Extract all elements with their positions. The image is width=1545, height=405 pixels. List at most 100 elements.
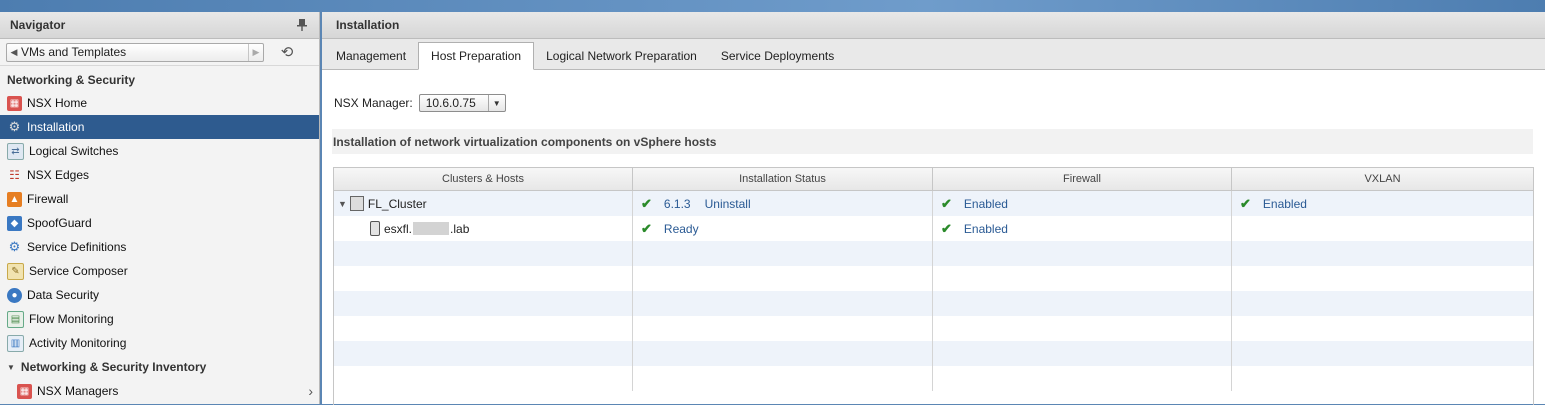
sidebar-item-label: Firewall: [27, 192, 69, 206]
sidebar-item-nsx-home[interactable]: ▦ NSX Home: [0, 91, 319, 115]
empty-cell: [633, 366, 933, 391]
service-definitions-icon: ⚙: [8, 239, 21, 254]
uninstall-link[interactable]: Uninstall: [705, 197, 751, 211]
redacted-block: [413, 222, 450, 235]
sidebar-item-label: Flow Monitoring: [29, 312, 114, 326]
empty-cell: [1232, 316, 1533, 341]
sidebar-item-label: Service Composer: [29, 264, 128, 278]
sidebar-item-data-security[interactable]: ● Data Security: [0, 283, 319, 307]
history-icon[interactable]: ⟲: [276, 43, 298, 61]
nsx-manager-value[interactable]: 10.6.0.75: [420, 96, 488, 110]
back-arrow-icon[interactable]: ◀: [7, 47, 21, 58]
vxlan-status[interactable]: Enabled: [1263, 197, 1307, 211]
check-icon: ✔: [641, 195, 652, 211]
inventory-title: Networking & Security Inventory: [20, 360, 207, 374]
vxlan-cell: [1232, 216, 1533, 241]
tab-service-deployments[interactable]: Service Deployments: [709, 43, 846, 69]
flow-monitoring-icon: ▤: [7, 310, 24, 328]
table-row[interactable]: esxfl. .lab ✔ Ready ✔ Enabled: [334, 216, 1533, 241]
breadcrumb[interactable]: ◀ VMs and Templates ▶: [6, 42, 264, 62]
logical-switch-icon: ⇄: [7, 142, 24, 160]
install-status[interactable]: Ready: [664, 222, 699, 236]
column-header-vxlan[interactable]: VXLAN: [1232, 168, 1533, 190]
firewall-cell: ✔ Enabled: [933, 191, 1232, 216]
empty-row: [334, 316, 1533, 341]
service-composer-icon: ✎: [7, 262, 24, 280]
expand-triangle-icon[interactable]: ▼: [7, 363, 15, 372]
empty-cell: [633, 266, 933, 291]
cluster-cell: ▼ FL_Cluster: [334, 191, 633, 216]
empty-cell: [1232, 241, 1533, 266]
description: Installation of network virtualization c…: [332, 129, 1533, 154]
chevron-down-icon[interactable]: ▼: [487, 95, 505, 111]
column-header-firewall[interactable]: Firewall: [933, 168, 1232, 190]
firewall-status[interactable]: Enabled: [964, 222, 1008, 236]
sidebar-item-logical-switches[interactable]: ⇄ Logical Switches: [0, 139, 319, 163]
sidebar-item-installation[interactable]: ⚙ Installation: [0, 115, 319, 139]
column-header-clusters-hosts[interactable]: Clusters & Hosts: [334, 168, 633, 190]
forward-arrow-icon[interactable]: ▶: [248, 43, 263, 61]
host-name-prefix[interactable]: esxfl.: [384, 222, 412, 236]
sidebar-item-spoofguard[interactable]: ◆ SpoofGuard: [0, 211, 319, 235]
sidebar-item-service-composer[interactable]: ✎ Service Composer: [0, 259, 319, 283]
nsx-manager-row: NSX Manager: 10.6.0.75 ▼: [334, 94, 506, 112]
empty-cell: [334, 241, 633, 266]
empty-row: [334, 241, 1533, 266]
nsx-edge-icon: ☷: [9, 168, 20, 182]
breadcrumb-label[interactable]: VMs and Templates: [21, 45, 248, 59]
sidebar-item-label: Service Definitions: [27, 240, 127, 254]
empty-cell: [633, 291, 933, 316]
table-row[interactable]: ▼ FL_Cluster ✔ 6.1.3 Uninstall ✔ Enabled…: [334, 191, 1533, 216]
sidebar-item-nsx-managers[interactable]: ▦ NSX Managers ›: [0, 379, 319, 403]
installation-status-cell: ✔ Ready: [633, 216, 933, 241]
empty-cell: [334, 266, 633, 291]
empty-cell: [1232, 366, 1533, 391]
sidebar-item-service-definitions[interactable]: ⚙ Service Definitions: [0, 235, 319, 259]
host-name-suffix[interactable]: .lab: [450, 222, 469, 236]
pin-icon[interactable]: [295, 18, 309, 32]
page-title: Installation: [322, 12, 1545, 39]
empty-cell: [933, 341, 1232, 366]
sidebar-item-firewall[interactable]: ▲ Firewall: [0, 187, 319, 211]
empty-row: [334, 266, 1533, 291]
nsx-home-icon: ▦: [7, 95, 22, 111]
activity-monitoring-icon: ▥: [7, 334, 24, 352]
empty-cell: [933, 266, 1232, 291]
empty-cell: [933, 291, 1232, 316]
tab-bar: Management Host Preparation Logical Netw…: [322, 39, 1545, 70]
empty-cell: [933, 316, 1232, 341]
nsx-manager-select[interactable]: 10.6.0.75 ▼: [418, 94, 506, 112]
firewall-status[interactable]: Enabled: [964, 197, 1008, 211]
column-header-installation-status[interactable]: Installation Status: [633, 168, 933, 190]
cluster-name[interactable]: FL_Cluster: [368, 197, 427, 211]
navigator-header: Navigator: [0, 12, 319, 39]
empty-cell: [633, 316, 933, 341]
empty-row: [334, 341, 1533, 366]
navigator-panel: Navigator ◀ VMs and Templates ▶ ⟲ Networ…: [0, 12, 320, 404]
expand-triangle-icon[interactable]: ▼: [338, 199, 347, 209]
tab-host-preparation[interactable]: Host Preparation: [418, 42, 535, 70]
chevron-right-icon[interactable]: ›: [308, 383, 313, 399]
host-cell: esxfl. .lab: [334, 216, 633, 241]
check-icon: ✔: [1240, 195, 1251, 211]
cluster-icon: [349, 196, 364, 211]
install-version: 6.1.3: [663, 196, 691, 211]
tab-logical-network-preparation[interactable]: Logical Network Preparation: [534, 43, 709, 69]
sidebar-item-label: Logical Switches: [29, 144, 119, 158]
sidebar-item-nsx-edges[interactable]: ☷ NSX Edges: [0, 163, 319, 187]
grid-header: Clusters & Hosts Installation Status Fir…: [334, 168, 1533, 191]
data-security-icon: ●: [7, 287, 22, 303]
empty-cell: [1232, 291, 1533, 316]
navigator-title: Navigator: [10, 18, 66, 32]
sidebar-item-flow-monitoring[interactable]: ▤ Flow Monitoring: [0, 307, 319, 331]
sidebar-item-label: Activity Monitoring: [29, 336, 127, 350]
sidebar-item-label: Installation: [27, 120, 85, 134]
empty-cell: [1232, 266, 1533, 291]
sidebar-item-label: SpoofGuard: [27, 216, 92, 230]
inventory-section[interactable]: ▼ Networking & Security Inventory: [0, 355, 319, 379]
empty-cell: [334, 291, 633, 316]
host-icon: [370, 221, 380, 236]
nsx-managers-icon: ▦: [17, 383, 32, 399]
tab-management[interactable]: Management: [324, 43, 418, 69]
sidebar-item-activity-monitoring[interactable]: ▥ Activity Monitoring: [0, 331, 319, 355]
